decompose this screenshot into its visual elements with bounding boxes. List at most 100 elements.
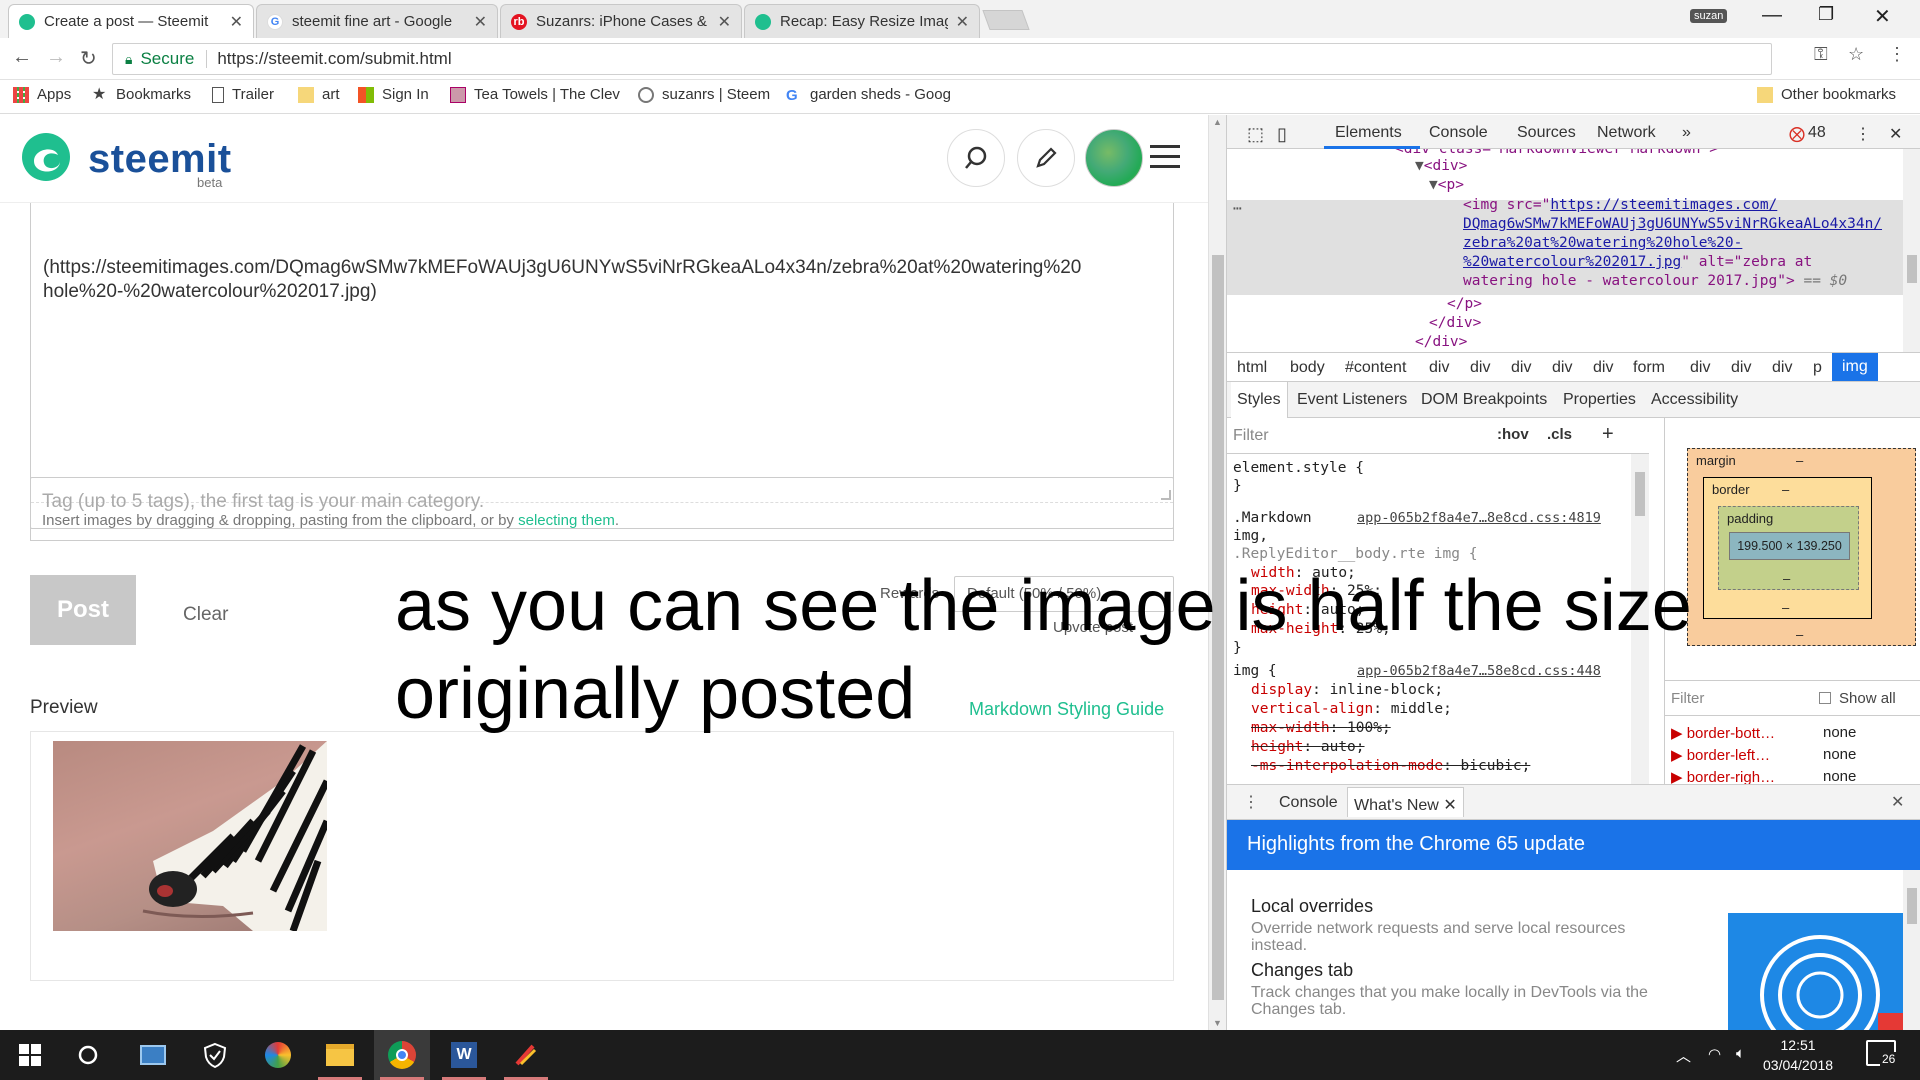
styles-scroll-thumb[interactable] (1635, 472, 1645, 516)
clear-button[interactable]: Clear (183, 604, 228, 626)
crumb[interactable]: div (1511, 359, 1531, 377)
file-explorer-icon[interactable] (312, 1030, 368, 1080)
crumb[interactable]: div (1772, 359, 1792, 377)
dom-node-img[interactable]: %20watercolour%202017.jpg" alt="zebra at (1463, 254, 1812, 270)
close-devtools-icon[interactable]: ✕ (1889, 124, 1902, 144)
crumb[interactable]: #content (1345, 359, 1406, 377)
box-border[interactable]: border – – padding – 199.500 × 139.250 (1703, 477, 1872, 619)
hamburger-menu-icon[interactable] (1150, 145, 1180, 175)
crumb[interactable]: div (1593, 359, 1613, 377)
system-clock[interactable]: 12:51 03/04/2018 (1763, 1035, 1833, 1075)
scroll-down-icon[interactable]: ▼ (1213, 1018, 1222, 1028)
tab-recap[interactable]: Recap: Easy Resize Image ✕ (744, 4, 980, 38)
box-content-size[interactable]: 199.500 × 139.250 (1729, 532, 1850, 560)
add-rule-icon[interactable]: + (1602, 423, 1614, 446)
close-drawer-icon[interactable]: ✕ (1891, 792, 1904, 812)
tab-redbubble[interactable]: rb Suzanrs: iPhone Cases & ✕ (500, 4, 742, 38)
dom-node[interactable]: <div class="MarkdownViewer Markdown"> (1395, 149, 1718, 157)
volume-icon[interactable]: 🔈︎ (1736, 1045, 1745, 1062)
feature-title[interactable]: Local overrides (1251, 896, 1373, 917)
img-src-link[interactable]: DQmag6wSMw7kMEFoWAUj3gU6UNYwS5viNrRGkeaA… (1463, 216, 1882, 232)
drawer-menu-icon[interactable]: ⋮ (1243, 792, 1259, 812)
style-decl-overridden[interactable]: -ms-interpolation-mode: bicubic; (1251, 758, 1530, 774)
bookmark-bookmarks[interactable]: ★ Bookmarks (92, 86, 191, 103)
more-tabs-icon[interactable]: » (1682, 124, 1691, 142)
close-tab-icon[interactable]: ✕ (956, 12, 969, 32)
style-rule[interactable]: element.style { (1233, 460, 1364, 476)
tags-input[interactable]: Tag (up to 5 tags), the first tag is you… (30, 477, 1174, 529)
subtab-accessibility[interactable]: Accessibility (1651, 391, 1738, 409)
computed-row[interactable]: ▶ border-left… (1671, 746, 1770, 764)
crumb[interactable]: div (1552, 359, 1572, 377)
whats-new-scrollbar[interactable] (1903, 870, 1920, 1030)
crumb-selected[interactable]: img (1832, 353, 1878, 381)
bookmark-star-icon[interactable]: ☆ (1848, 44, 1864, 65)
error-icon[interactable]: ⨂ (1789, 124, 1805, 144)
windows-start-icon[interactable] (2, 1030, 58, 1080)
subtab-event-listeners[interactable]: Event Listeners (1297, 391, 1407, 409)
action-center-icon[interactable]: 26 (1866, 1040, 1898, 1066)
search-button[interactable] (947, 129, 1005, 187)
style-decl-overridden[interactable]: height: auto; (1251, 739, 1365, 755)
new-tab-button[interactable] (982, 10, 1030, 30)
user-avatar[interactable] (1085, 129, 1143, 187)
dom-ellipsis-icon[interactable]: ⋯ (1233, 201, 1242, 217)
tab-sources[interactable]: Sources (1517, 124, 1576, 142)
bookmark-apps[interactable]: Apps (13, 86, 71, 103)
dom-node[interactable]: </div> (1429, 315, 1481, 331)
bookmark-suzanrs[interactable]: suzanrs | Steem (638, 86, 770, 103)
tab-network[interactable]: Network (1597, 124, 1656, 142)
inspect-element-icon[interactable]: ⬚ (1247, 124, 1264, 145)
img-src-link[interactable]: https://steemitimages.com/ (1550, 197, 1777, 213)
close-tab-icon[interactable]: ✕ (718, 12, 731, 32)
close-tab-icon[interactable]: ✕ (474, 12, 487, 32)
key-icon[interactable]: ⚿ (1814, 44, 1828, 65)
cls-toggle[interactable]: .cls (1547, 426, 1572, 443)
filter-input[interactable]: Filter (1233, 427, 1269, 445)
subtab-dom-breakpoints[interactable]: DOM Breakpoints (1421, 391, 1547, 409)
dom-node[interactable]: </p> (1447, 296, 1482, 312)
subtab-styles[interactable]: Styles (1231, 382, 1288, 418)
dom-node[interactable]: ▼<p> (1429, 177, 1464, 193)
bookmark-trailer[interactable]: Trailer (212, 86, 274, 103)
crumb[interactable]: html (1237, 359, 1267, 377)
shield-app-icon[interactable] (187, 1030, 243, 1080)
dom-node-img[interactable]: watering hole - watercolour 2017.jpg"> =… (1463, 273, 1847, 289)
back-icon[interactable]: ← (12, 46, 32, 69)
stylesheet-link[interactable]: app-065b2f8a4e7…8e8cd.css:4819 (1357, 510, 1601, 526)
post-button[interactable]: Post (30, 575, 136, 645)
chrome-menu-icon[interactable]: ⋮ (1888, 44, 1906, 65)
show-all-checkbox[interactable] (1819, 692, 1831, 704)
drawer-tab-console[interactable]: Console (1279, 794, 1338, 812)
subtab-properties[interactable]: Properties (1563, 391, 1636, 409)
styles-filter[interactable]: Filter :hov .cls + (1227, 418, 1649, 454)
feature-title[interactable]: Changes tab (1251, 960, 1353, 981)
write-post-button[interactable] (1017, 129, 1075, 187)
forward-icon[interactable]: → (46, 46, 66, 69)
close-drawer-tab-icon[interactable]: ✕ (1443, 797, 1456, 814)
bookmark-art-folder[interactable]: art (298, 86, 340, 103)
tab-create-post[interactable]: Create a post — Steemit ✕ (8, 4, 254, 38)
style-selector[interactable]: .ReplyEditor__body.rte img { (1233, 546, 1477, 562)
bookmark-garden-sheds[interactable]: G garden sheds - Goog (786, 86, 951, 104)
paint-app-icon[interactable] (250, 1030, 306, 1080)
dom-scroll-thumb[interactable] (1907, 255, 1917, 283)
bookmark-sign-in[interactable]: Sign In (358, 86, 429, 103)
steemit-logo-icon[interactable] (20, 131, 72, 183)
other-bookmarks[interactable]: Other bookmarks (1757, 86, 1896, 103)
crumb[interactable]: body (1290, 359, 1325, 377)
tab-google-search[interactable]: G steemit fine art - Google ✕ (256, 4, 498, 38)
close-window-icon[interactable]: ✕ (1874, 4, 1891, 29)
box-padding[interactable]: padding – 199.500 × 139.250 (1718, 506, 1859, 590)
devtools-menu-icon[interactable]: ⋮ (1855, 124, 1871, 144)
paint-brush-app-icon[interactable] (498, 1030, 554, 1080)
dom-scrollbar[interactable] (1903, 149, 1920, 352)
url-text[interactable]: https://steemit.com/submit.html (217, 49, 451, 69)
box-margin[interactable]: margin – – border – – padding – 199.500 … (1687, 448, 1916, 646)
close-tab-icon[interactable]: ✕ (230, 12, 243, 32)
crumb[interactable]: form (1633, 359, 1665, 377)
chrome-taskbar-icon[interactable] (374, 1030, 430, 1080)
bookmark-tea-towels[interactable]: Tea Towels | The Clev (450, 86, 620, 103)
dom-node[interactable]: ▼<div> (1415, 158, 1467, 174)
dom-node-img[interactable]: <img src="https://steemitimages.com/ (1463, 197, 1777, 213)
